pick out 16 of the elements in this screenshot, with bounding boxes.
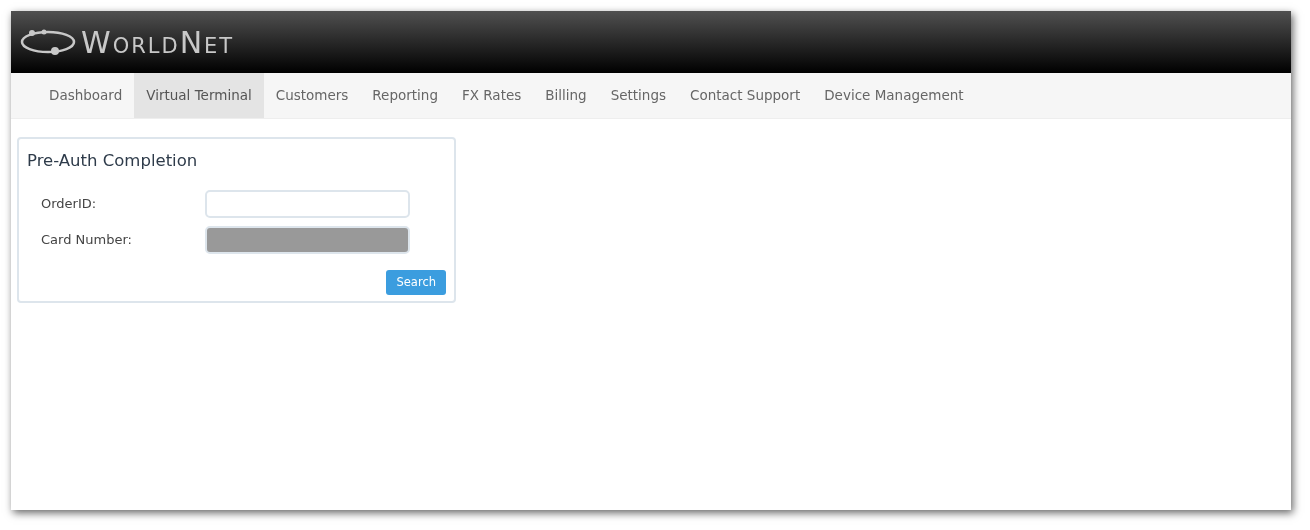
nav-tab[interactable]: Contact Support: [678, 73, 813, 118]
panel-title: Pre-Auth Completion: [27, 150, 199, 172]
nav-tab[interactable]: Device Management: [812, 73, 976, 118]
logo-text: WorldNet: [81, 23, 235, 62]
nav-tab[interactable]: Settings: [598, 73, 679, 118]
orbit-logo-icon: [19, 27, 77, 57]
input-field[interactable]: [205, 189, 410, 218]
nav-tab[interactable]: Customers: [263, 73, 361, 118]
nav-tab[interactable]: Reporting: [360, 73, 450, 118]
nav-tab[interactable]: FX Rates: [449, 73, 534, 118]
search-button[interactable]: Search: [386, 269, 446, 295]
field-label: Card Number:: [41, 231, 133, 249]
nav-tab[interactable]: Billing: [533, 73, 599, 118]
nav-tab[interactable]: Virtual Terminal: [134, 73, 264, 118]
nav-tab[interactable]: Dashboard: [37, 73, 135, 118]
field-label: OrderID:: [41, 195, 98, 213]
